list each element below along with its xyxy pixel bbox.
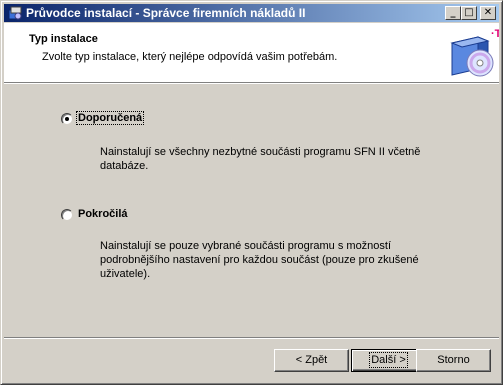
title-bar[interactable]: Průvodce instalací - Správce firemních n… [4,4,499,22]
page-subtitle: Zvolte typ instalace, který nejlépe odpo… [42,51,338,63]
wizard-header: Typ instalace Zvolte typ instalace, kter… [4,23,499,82]
cancel-button-label: Storno [437,354,470,366]
maximize-button[interactable]: □ [461,6,477,20]
description-line: podrobnějšího nastavení pro každou součá… [100,254,419,266]
header-divider [4,82,499,84]
installer-window: Průvodce instalací - Správce firemních n… [0,0,503,385]
back-button-label: < Zpět [295,354,328,366]
back-button[interactable]: < Zpět [274,349,349,372]
radio-recommended[interactable] [61,113,73,125]
radio-advanced[interactable] [61,209,73,221]
description-line: Nainstalují se pouze vybrané součásti pr… [100,240,392,252]
description-line: databáze. [100,160,149,172]
page-title: Typ instalace [29,33,98,45]
description-line: Nainstalují se všechny nezbytné součásti… [100,146,421,158]
setup-app-icon [8,6,22,20]
footer-divider [4,337,499,339]
minimize-button[interactable]: _ [445,6,461,20]
brand-mark: ·T· [491,28,499,40]
install-box-icon: ·T· [450,28,499,77]
cancel-button[interactable]: Storno [416,349,491,372]
next-button-label: Další > [369,352,408,368]
option-recommended-description: Nainstalují se všechny nezbytné součásti… [100,145,430,173]
description-line: uživatele). [100,268,151,280]
close-button[interactable]: ✕ [480,6,496,20]
option-advanced-label[interactable]: Pokročilá [77,208,129,220]
option-advanced-description: Nainstalují se pouze vybrané součásti pr… [100,239,430,281]
next-button[interactable]: Další > [351,349,426,372]
option-recommended-label[interactable]: Doporučená [75,111,145,125]
window-title: Průvodce instalací - Správce firemních n… [26,6,306,20]
